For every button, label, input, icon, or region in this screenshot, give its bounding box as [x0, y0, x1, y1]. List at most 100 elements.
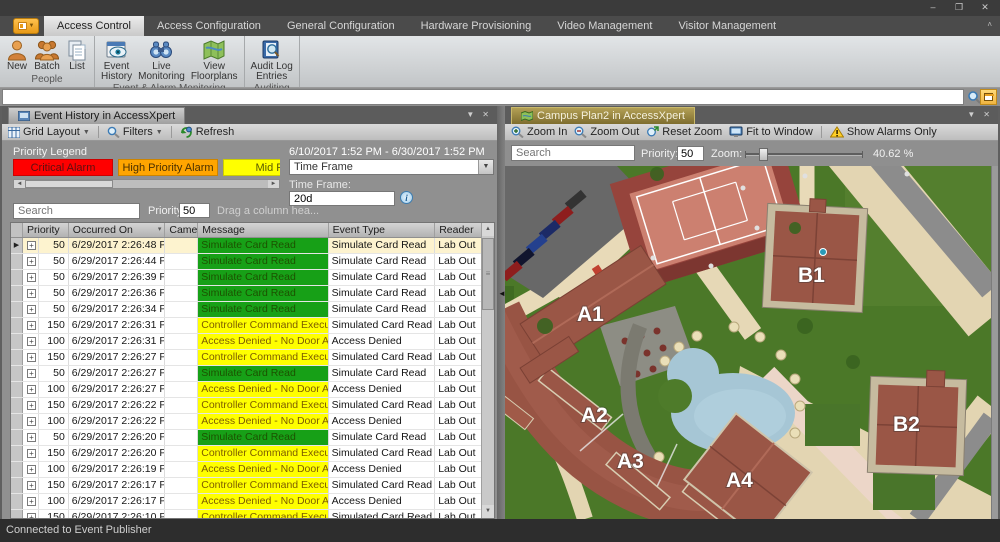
ribbon-tab-hardware-provisioning[interactable]: Hardware Provisioning [408, 16, 545, 36]
time-frame-input[interactable] [289, 191, 395, 206]
expand-icon[interactable]: + [27, 385, 36, 394]
tab-campus-plan2[interactable]: Campus Plan2 in AccessXpert [511, 107, 695, 124]
zoom-out-button[interactable]: Zoom Out [572, 126, 641, 138]
header-camera[interactable]: Camera [165, 223, 198, 237]
expand-cell[interactable]: + [23, 270, 39, 285]
expand-cell[interactable]: + [23, 494, 39, 509]
table-row[interactable]: +506/29/2017 2:26:34 PMSimulate Card Rea… [11, 302, 481, 318]
expand-cell[interactable]: + [23, 414, 39, 429]
expand-icon[interactable]: + [27, 497, 36, 506]
expand-cell[interactable]: + [23, 286, 39, 301]
table-row[interactable]: +506/29/2017 2:26:44 PMSimulate Card Rea… [11, 254, 481, 270]
expand-cell[interactable]: + [23, 238, 39, 253]
table-row[interactable]: +1006/29/2017 2:26:17 PMAccess Denied - … [11, 494, 481, 510]
combo-dropdown-icon[interactable]: ▼ [478, 160, 493, 174]
batch-people-button[interactable]: Batch [31, 37, 63, 73]
filters-button[interactable]: Filters▼ [105, 126, 165, 138]
quick-search-input[interactable] [2, 89, 964, 105]
expand-cell[interactable]: + [23, 398, 39, 413]
expand-icon[interactable]: + [27, 465, 36, 474]
expand-cell[interactable]: + [23, 478, 39, 493]
expand-icon[interactable]: + [27, 369, 36, 378]
table-row[interactable]: +1506/29/2017 2:26:20 PMController Comma… [11, 446, 481, 462]
zoom-slider-thumb[interactable] [759, 148, 768, 161]
ribbon-tab-access-configuration[interactable]: Access Configuration [144, 16, 274, 36]
expand-icon[interactable]: + [27, 289, 36, 298]
zoom-slider[interactable] [745, 153, 863, 156]
table-row[interactable]: ▶+506/29/2017 2:26:48 PMSimulate Card Re… [11, 238, 481, 254]
scroll-right-icon[interactable]: ► [268, 180, 279, 188]
expand-cell[interactable]: + [23, 430, 39, 445]
event-search-input[interactable] [13, 203, 140, 219]
expand-icon[interactable]: + [27, 337, 36, 346]
grid-scrollbar-thumb[interactable] [482, 238, 494, 310]
map-device-icon[interactable] [820, 249, 827, 256]
table-row[interactable]: +1506/29/2017 2:26:31 PMController Comma… [11, 318, 481, 334]
table-row[interactable]: +1506/29/2017 2:26:10 PMController Comma… [11, 510, 481, 518]
table-row[interactable]: +1506/29/2017 2:26:27 PMController Comma… [11, 350, 481, 366]
tab-list-dropdown-icon[interactable]: ▼ [466, 110, 474, 119]
ribbon-tab-video-management[interactable]: Video Management [544, 16, 665, 36]
expand-icon[interactable]: + [27, 273, 36, 282]
fit-to-window-button[interactable]: Fit to Window [727, 126, 815, 138]
expand-cell[interactable]: + [23, 446, 39, 461]
expand-icon[interactable]: + [27, 305, 36, 314]
expand-cell[interactable]: + [23, 350, 39, 365]
table-row[interactable]: +1006/29/2017 2:26:22 PMAccess Denied - … [11, 414, 481, 430]
application-menu-button[interactable]: ▼ [13, 18, 39, 34]
live-monitoring-button[interactable]: Live Monitoring [135, 37, 188, 83]
ribbon-tab-access-control[interactable]: Access Control [44, 16, 144, 36]
grid-layout-button[interactable]: Grid Layout▼ [6, 126, 92, 138]
campus-map-svg[interactable]: A1A2A3A4B1B2 [505, 166, 991, 519]
expand-cell[interactable]: + [23, 334, 39, 349]
refresh-button[interactable]: Refresh [178, 126, 237, 138]
scroll-left-icon[interactable]: ◄ [14, 180, 25, 188]
panel-splitter[interactable]: ◄ [497, 106, 505, 519]
legend-scrollbar-thumb[interactable] [25, 180, 113, 188]
table-row[interactable]: +1506/29/2017 2:26:22 PMController Comma… [11, 398, 481, 414]
restore-button[interactable]: ❐ [950, 1, 968, 14]
time-frame-combobox[interactable]: Time Frame ▼ [289, 159, 494, 175]
list-people-button[interactable]: List [63, 37, 91, 73]
header-reader[interactable]: Reader [435, 223, 481, 237]
table-row[interactable]: +506/29/2017 2:26:27 PMSimulate Card Rea… [11, 366, 481, 382]
expand-cell[interactable]: + [23, 462, 39, 477]
table-row[interactable]: +506/29/2017 2:26:20 PMSimulate Card Rea… [11, 430, 481, 446]
search-icon[interactable] [967, 90, 981, 104]
header-message[interactable]: Message [198, 223, 328, 237]
close-button[interactable]: ✕ [976, 1, 994, 14]
expand-icon[interactable]: + [27, 257, 36, 266]
zoom-in-button[interactable]: Zoom In [509, 126, 569, 138]
tab-list-dropdown-icon[interactable]: ▼ [967, 110, 975, 119]
layout-selector-button[interactable] [980, 89, 997, 105]
expand-icon[interactable]: + [27, 417, 36, 426]
scroll-up-icon[interactable]: ▲ [482, 223, 494, 236]
scroll-down-icon[interactable]: ▼ [482, 505, 494, 518]
expand-icon[interactable]: + [27, 481, 36, 490]
expand-cell[interactable]: + [23, 302, 39, 317]
priority-filter-input[interactable] [179, 203, 210, 218]
table-row[interactable]: +1506/29/2017 2:26:17 PMController Comma… [11, 478, 481, 494]
close-panel-icon[interactable]: ✕ [482, 110, 489, 119]
expand-icon[interactable]: + [27, 449, 36, 458]
campus-map[interactable]: A1A2A3A4B1B2 [505, 166, 991, 519]
expand-icon[interactable]: + [27, 513, 36, 518]
table-row[interactable]: +1006/29/2017 2:26:31 PMAccess Denied - … [11, 334, 481, 350]
expand-cell[interactable]: + [23, 318, 39, 333]
header-event-type[interactable]: Event Type [329, 223, 436, 237]
ribbon-tab-general-configuration[interactable]: General Configuration [274, 16, 408, 36]
ribbon-tab-visitor-management[interactable]: Visitor Management [665, 16, 789, 36]
grid-vertical-scrollbar[interactable]: ▲ ▼ [481, 223, 494, 518]
expand-icon[interactable]: + [27, 241, 36, 250]
expand-icon[interactable]: + [27, 321, 36, 330]
header-occurred-on[interactable]: Occurred On [69, 223, 166, 237]
event-history-button[interactable]: Event History [98, 37, 135, 83]
close-panel-icon[interactable]: ✕ [983, 110, 990, 119]
header-priority[interactable]: Priority [23, 223, 69, 237]
new-person-button[interactable]: New [3, 37, 31, 73]
tab-event-history[interactable]: Event History in AccessXpert [8, 107, 185, 124]
expand-icon[interactable]: + [27, 353, 36, 362]
legend-scrollbar[interactable]: ◄ ► [13, 179, 280, 189]
table-row[interactable]: +1006/29/2017 2:26:19 PMAccess Denied - … [11, 462, 481, 478]
table-row[interactable]: +1006/29/2017 2:26:27 PMAccess Denied - … [11, 382, 481, 398]
